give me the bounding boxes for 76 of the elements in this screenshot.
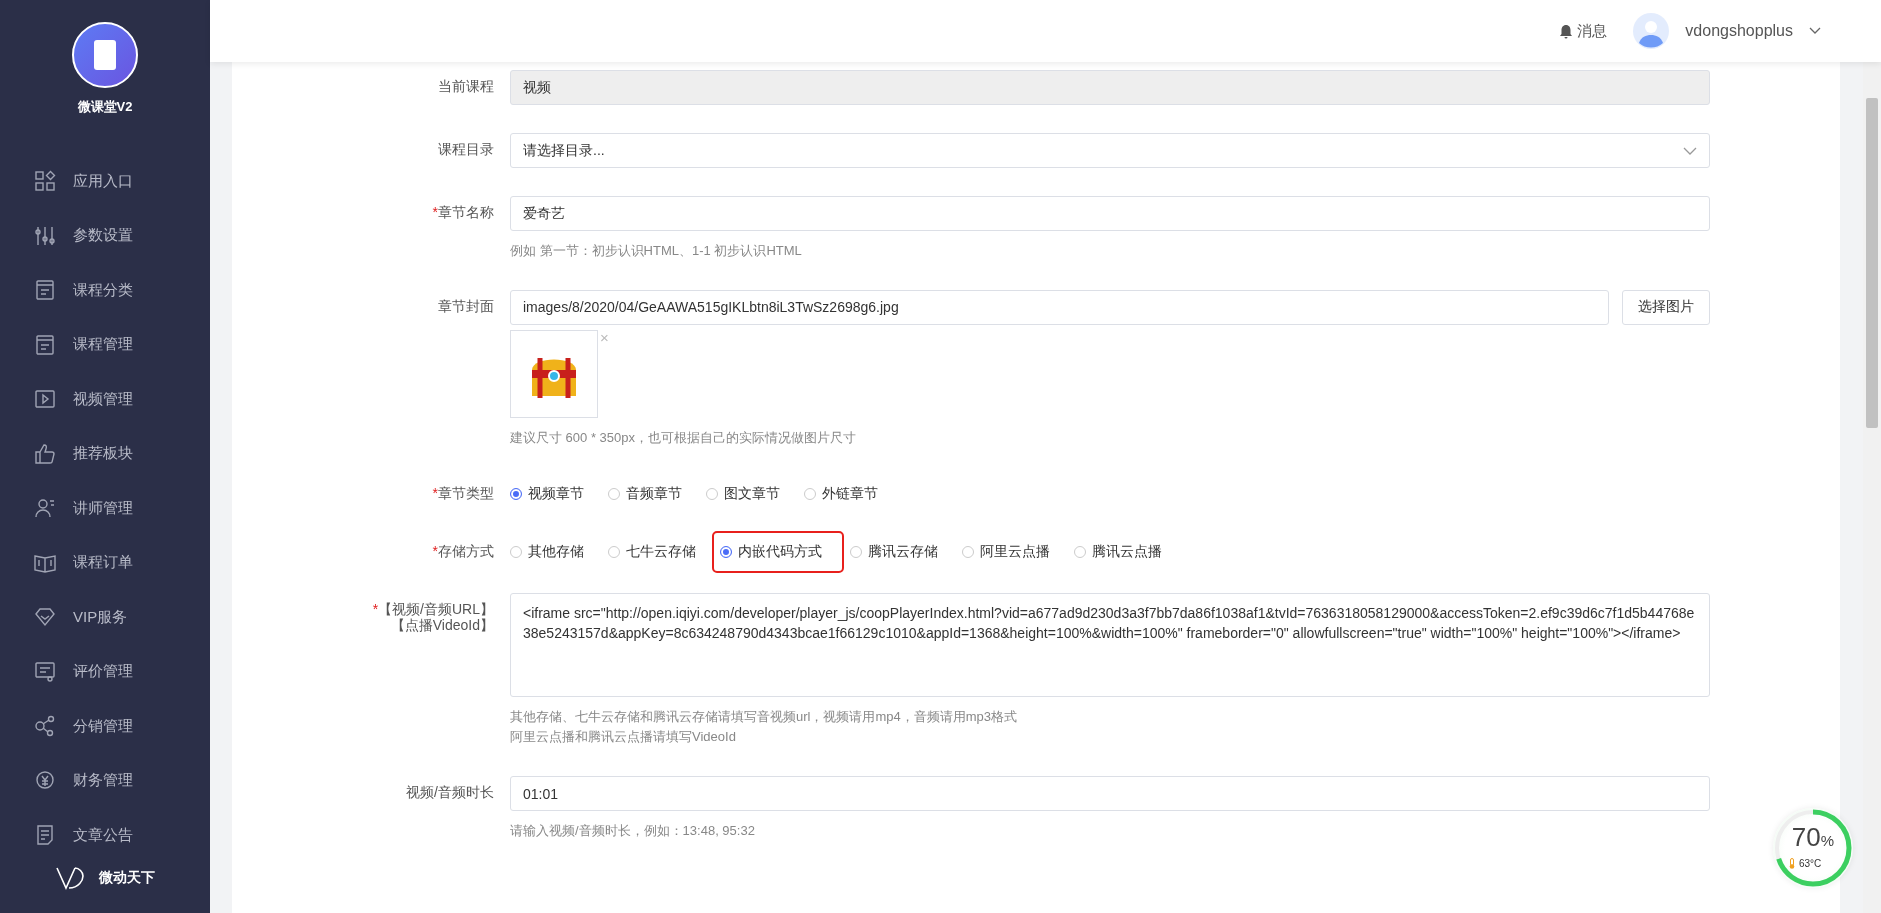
radio-option[interactable]: 七牛云存储 — [608, 538, 706, 565]
required-mark: * — [432, 204, 438, 221]
radio-option[interactable]: 视频章节 — [510, 480, 594, 507]
radio-option[interactable]: 外链章节 — [804, 480, 888, 507]
hint-text: 例如 第一节：初步认识HTML、1-1 初步认识HTML — [510, 242, 803, 260]
hint-text: 请输入视频/音频时长，例如：13:48, 95:32 — [510, 822, 756, 841]
sidebar-item[interactable]: 课程订单 — [0, 535, 210, 590]
comment-icon — [33, 659, 57, 684]
directory-select[interactable]: 请选择目录... — [510, 133, 1710, 168]
radio-option[interactable]: 腾讯云点播 — [1074, 538, 1172, 565]
text-field[interactable]: 爱奇艺 — [510, 196, 1710, 231]
radio-label: 内嵌代码方式 — [738, 542, 822, 561]
thumbs-up-icon — [33, 441, 57, 466]
hint-text: 阿里云点播和腾讯云点播请填写VideoId — [510, 728, 737, 747]
radio-option[interactable]: 其他存储 — [510, 538, 594, 565]
grid-icon — [33, 169, 57, 194]
required-mark: * — [432, 484, 438, 501]
field-label: 当前课程 — [438, 78, 494, 95]
hint-text: 其他存储、七牛云存储和腾讯云存储请填写音视频url，视频请用mp4，音频请用mp3格式 — [510, 707, 1019, 726]
brand-name: 微动天下 — [99, 868, 155, 887]
sidebar-item[interactable]: VIP服务 — [0, 590, 210, 645]
share-icon — [33, 714, 57, 739]
field-label: 章节类型 — [438, 484, 494, 501]
document-icon — [33, 278, 57, 303]
field-label: 【视频/音频URL】 — [378, 600, 494, 617]
text-field[interactable]: 01:01 — [510, 776, 1710, 812]
sidebar-item[interactable]: 应用入口 — [0, 154, 210, 209]
required-mark: * — [372, 600, 379, 617]
sidebar-item[interactable]: 分销管理 — [0, 699, 210, 754]
sidebar-item[interactable]: 视频管理 — [0, 372, 210, 427]
radio-label: 图文章节 — [724, 484, 780, 503]
gauge-value: 70% — [1790, 822, 1836, 853]
sidebar-item[interactable]: 讲师管理 — [0, 481, 210, 536]
avatar-icon — [1633, 13, 1670, 49]
hint-text: 建议尺寸 600 * 350px，也可根据自己的实际情况做图片尺寸 — [510, 428, 857, 447]
sidebar-item[interactable]: 课程管理 — [0, 317, 210, 372]
sidebar-item[interactable]: 推荐板块 — [0, 426, 210, 481]
radio-option[interactable]: 阿里云点播 — [962, 538, 1060, 565]
document-icon — [33, 332, 57, 357]
field-label: 课程目录 — [438, 141, 494, 158]
radio-option[interactable]: 腾讯云存储 — [850, 538, 948, 565]
radio-option[interactable]: 音频章节 — [608, 480, 692, 507]
radio-label: 阿里云点播 — [980, 542, 1050, 561]
messages-link[interactable]: 消息 — [1559, 21, 1608, 41]
sidebar-item[interactable]: 文章公告 — [0, 808, 210, 863]
radio-label: 音频章节 — [626, 484, 682, 503]
bell-icon — [1559, 23, 1574, 39]
chevron-down-icon — [1683, 146, 1697, 155]
embed-code-field[interactable]: <iframe src="http://open.iqiyi.com/developer/player_js/coopPlayerIndex.html?vid=a677ad9d230d3a3f7bb7da86f1038af1&tvId=7636318058129000&accessToken=2.ef9c39d6c7f1d5b44768e38e5243157d&appKey=8c634248790d4343bcae1f66129c1010&appId=1368&height=100%&width=100%" frameborder="0" allowfullscreen="true" width="100%" height="100%"></iframe> — [510, 592, 1710, 697]
temperature-text: 63°C — [1799, 858, 1822, 869]
field-label: 视频/音频时长 — [406, 784, 494, 801]
radio-label: 腾讯云存储 — [868, 542, 938, 561]
field-label: 章节名称 — [438, 204, 494, 221]
radio-label: 其他存储 — [528, 542, 584, 561]
radio-label: 外链章节 — [822, 484, 878, 503]
radio-option[interactable]: 内嵌代码方式 — [714, 532, 842, 571]
choose-image-button[interactable]: 选择图片 — [1622, 289, 1710, 325]
scrollbar[interactable] — [1863, 62, 1881, 913]
field-label: 章节封面 — [438, 297, 494, 314]
radio-option[interactable]: 图文章节 — [706, 480, 790, 507]
sidebar-item[interactable]: 评价管理 — [0, 644, 210, 699]
radio-label: 腾讯云点播 — [1092, 542, 1162, 561]
chevron-down-icon — [1809, 27, 1821, 35]
field-label: 【点播VideoId】 — [390, 616, 494, 633]
sidebar-item[interactable]: 参数设置 — [0, 208, 210, 263]
brand-logo-icon — [55, 864, 85, 891]
sidebar-item[interactable]: 财务管理 — [0, 753, 210, 808]
image-path-field[interactable]: images/8/2020/04/GeAAWA515gIKLbtn8iL3TwSz2698g6.jpg — [510, 289, 1609, 325]
field-label: 存储方式 — [438, 542, 494, 559]
radio-label: 视频章节 — [528, 484, 584, 503]
user-menu[interactable]: vdongshopplus — [1633, 13, 1821, 49]
radio-label: 七牛云存储 — [626, 542, 696, 561]
app-name: 微课堂V2 — [77, 98, 133, 116]
required-mark: * — [432, 542, 438, 559]
sidebar-item[interactable]: 课程分类 — [0, 263, 210, 318]
thermometer-icon — [1789, 858, 1795, 869]
